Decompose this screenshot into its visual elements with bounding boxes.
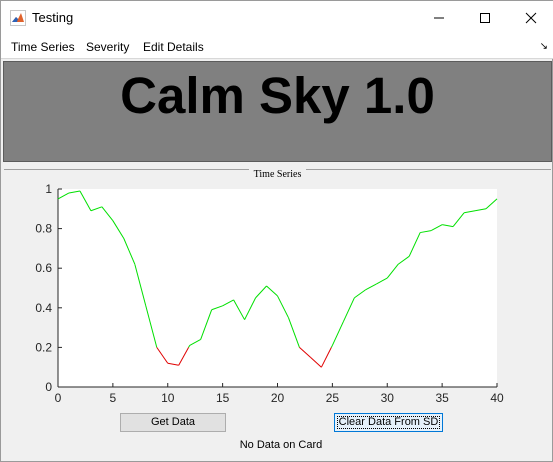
y-tick-label: 1 [45, 182, 52, 196]
x-tick-label: 10 [161, 391, 175, 405]
y-tick-label: 0.8 [35, 222, 52, 236]
x-tick-label: 40 [490, 391, 504, 405]
title-bar[interactable]: Testing [1, 1, 553, 35]
header-panel: Calm Sky 1.0 [3, 61, 552, 162]
close-icon [525, 12, 537, 24]
x-tick-label: 20 [271, 391, 285, 405]
focus-rect [337, 416, 440, 429]
y-tick-label: 0 [45, 380, 52, 394]
menu-bar: Time Series Severity Edit Details ↘ [1, 35, 553, 59]
maximize-button[interactable] [462, 1, 508, 35]
window-title: Testing [32, 10, 74, 25]
time-series-chart[interactable]: 0 5 10 15 20 25 30 35 40 0 0.2 0.4 0.6 0.8 1 [1, 177, 553, 411]
app-title: Calm Sky 1.0 [120, 67, 435, 124]
minimize-button[interactable] [416, 1, 462, 35]
minimize-icon [434, 17, 444, 19]
clear-data-button[interactable]: Clear Data From SD [334, 413, 443, 432]
y-tick-label: 0.2 [35, 340, 52, 354]
x-tick-label: 25 [326, 391, 340, 405]
menu-severity[interactable]: Severity [86, 40, 129, 54]
x-tick-label: 30 [381, 391, 395, 405]
menu-edit-details[interactable]: Edit Details [143, 40, 204, 54]
x-tick-label: 15 [216, 391, 230, 405]
matlab-icon [10, 10, 26, 26]
y-tick-label: 0.4 [35, 301, 52, 315]
status-text: No Data on Card [239, 439, 323, 451]
toolbar-arrow-icon[interactable]: ↘ [540, 41, 548, 52]
maximize-icon [480, 13, 490, 23]
menu-time-series[interactable]: Time Series [11, 40, 75, 54]
y-tick-label: 0.6 [35, 261, 52, 275]
app-window: Testing Time Series Severity Edit Detail… [0, 0, 553, 462]
close-button[interactable] [508, 1, 553, 35]
get-data-label: Get Data [150, 416, 196, 428]
x-tick-label: 0 [55, 391, 62, 405]
plot-area [58, 189, 497, 387]
get-data-button[interactable]: Get Data [120, 413, 226, 432]
x-tick-label: 5 [110, 391, 117, 405]
x-tick-label: 35 [435, 391, 449, 405]
